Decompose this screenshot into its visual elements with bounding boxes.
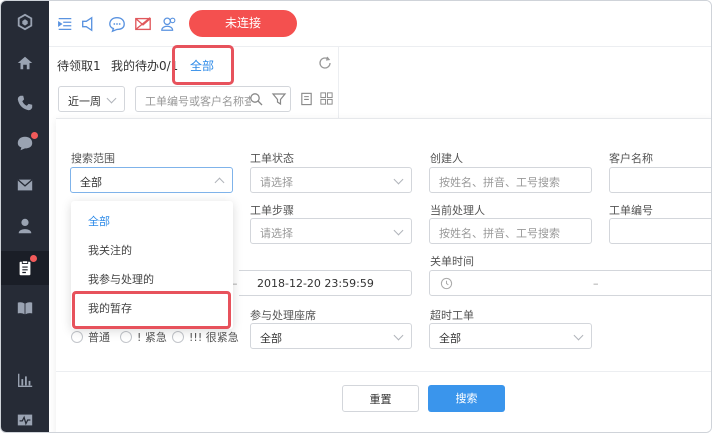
tab-highlight-annotation bbox=[172, 45, 234, 85]
chevron-down-icon bbox=[393, 330, 404, 341]
search-scope-value: 全部 bbox=[80, 176, 102, 189]
timeout-value: 全部 bbox=[439, 332, 461, 345]
chat-badge bbox=[31, 132, 38, 139]
scope-option-all[interactable]: 全部 bbox=[71, 210, 233, 234]
book-icon[interactable] bbox=[1, 291, 49, 325]
customer-name-input[interactable] bbox=[609, 167, 711, 193]
scope-option-followed[interactable]: 我关注的 bbox=[71, 239, 233, 263]
stats-icon[interactable] bbox=[1, 363, 49, 397]
chat-icon[interactable] bbox=[1, 126, 49, 160]
grid-view-icon[interactable] bbox=[319, 91, 334, 106]
chevron-down-icon bbox=[573, 330, 584, 341]
logo-icon bbox=[1, 5, 49, 39]
chevron-down-icon bbox=[393, 174, 404, 185]
phone-icon[interactable] bbox=[1, 86, 49, 120]
priority-urgent-radio[interactable]: ! 紧急 bbox=[120, 329, 167, 345]
app-window: 未连接 待领取1 我的待办0/1 全部 近一周 工单编号或客户名称查询 搜索范围… bbox=[0, 0, 712, 433]
tab-to-claim[interactable]: 待领取1 bbox=[57, 57, 101, 74]
period-select[interactable]: 近一周 bbox=[58, 86, 125, 112]
priority-normal-radio[interactable]: 普通 bbox=[71, 329, 110, 345]
chevron-down-icon bbox=[106, 93, 117, 104]
priority-very-urgent-label: !!! 很紧急 bbox=[189, 331, 239, 344]
close-time-separator: – bbox=[593, 277, 599, 290]
ticket-badge bbox=[30, 255, 37, 262]
search-placeholder: 工单编号或客户名称查询 bbox=[145, 95, 251, 108]
user-icon[interactable] bbox=[1, 209, 49, 243]
priority-very-urgent-radio[interactable]: !!! 很紧急 bbox=[172, 329, 239, 345]
ticket-step-label: 工单步骤 bbox=[250, 204, 294, 217]
refresh-icon[interactable] bbox=[317, 55, 333, 71]
tab-my-todo[interactable]: 我的待办0/1 bbox=[111, 57, 178, 74]
timeout-label: 超时工单 bbox=[430, 309, 474, 322]
seat-select[interactable]: 全部 bbox=[250, 323, 412, 349]
create-time-end-input[interactable]: 2018-12-20 23:59:59 bbox=[239, 270, 412, 296]
search-scope-label: 搜索范围 bbox=[71, 152, 115, 165]
create-time-end-value: 2018-12-20 23:59:59 bbox=[257, 277, 374, 290]
seat-label: 参与处理座席 bbox=[250, 309, 316, 322]
creator-label: 创建人 bbox=[430, 152, 463, 165]
ticket-status-select[interactable]: 请选择 bbox=[250, 167, 412, 193]
group-icon[interactable] bbox=[159, 14, 179, 34]
search-scope-select[interactable]: 全部 bbox=[70, 167, 233, 193]
chat-bubble-icon[interactable] bbox=[107, 14, 127, 34]
mail-off-icon[interactable] bbox=[133, 14, 153, 34]
creator-input[interactable]: 按姓名、拼音、工号搜索 bbox=[429, 167, 592, 193]
ticket-status-placeholder: 请选择 bbox=[260, 176, 293, 189]
chevron-up-icon bbox=[214, 177, 225, 188]
ticket-step-select[interactable]: 请选择 bbox=[250, 218, 412, 244]
clipboard-icon[interactable] bbox=[299, 91, 314, 106]
ticket-status-label: 工单状态 bbox=[250, 152, 294, 165]
clock-icon bbox=[440, 277, 453, 290]
drafts-highlight-annotation bbox=[72, 291, 231, 329]
monitor-icon[interactable] bbox=[1, 403, 49, 432]
home-icon[interactable] bbox=[1, 46, 49, 80]
seat-value: 全部 bbox=[260, 332, 282, 345]
sidebar bbox=[1, 1, 49, 432]
priority-urgent-label: ! 紧急 bbox=[137, 331, 167, 344]
mail-icon[interactable] bbox=[1, 168, 49, 202]
filter-icon[interactable] bbox=[271, 91, 287, 107]
period-value: 近一周 bbox=[68, 95, 101, 108]
customer-name-label: 客户名称 bbox=[609, 152, 653, 165]
chevron-down-icon bbox=[393, 225, 404, 236]
current-handler-placeholder: 按姓名、拼音、工号搜索 bbox=[439, 227, 560, 240]
search-icon[interactable] bbox=[249, 92, 263, 106]
form-divider bbox=[56, 371, 711, 372]
close-time-label: 关单时间 bbox=[430, 255, 474, 268]
creator-placeholder: 按姓名、拼音、工号搜索 bbox=[439, 176, 560, 189]
current-handler-label: 当前处理人 bbox=[430, 204, 485, 217]
ticket-icon[interactable] bbox=[1, 251, 49, 285]
search-button[interactable]: 搜索 bbox=[428, 385, 505, 412]
close-time-range-input[interactable]: – bbox=[429, 270, 711, 296]
priority-normal-label: 普通 bbox=[88, 331, 110, 344]
top-bar: 未连接 bbox=[49, 1, 711, 47]
ticket-number-input[interactable] bbox=[609, 218, 711, 244]
speaker-icon[interactable] bbox=[79, 14, 99, 34]
current-handler-input[interactable]: 按姓名、拼音、工号搜索 bbox=[429, 218, 592, 244]
connection-status-button[interactable]: 未连接 bbox=[189, 10, 297, 37]
timeout-select[interactable]: 全部 bbox=[429, 323, 592, 349]
ticket-step-placeholder: 请选择 bbox=[260, 227, 293, 240]
search-input[interactable]: 工单编号或客户名称查询 bbox=[135, 86, 291, 112]
collapse-menu-icon[interactable] bbox=[55, 14, 75, 34]
ticket-number-label: 工单编号 bbox=[609, 204, 653, 217]
scope-option-participated[interactable]: 我参与处理的 bbox=[71, 268, 233, 292]
reset-button[interactable]: 重置 bbox=[342, 385, 419, 412]
